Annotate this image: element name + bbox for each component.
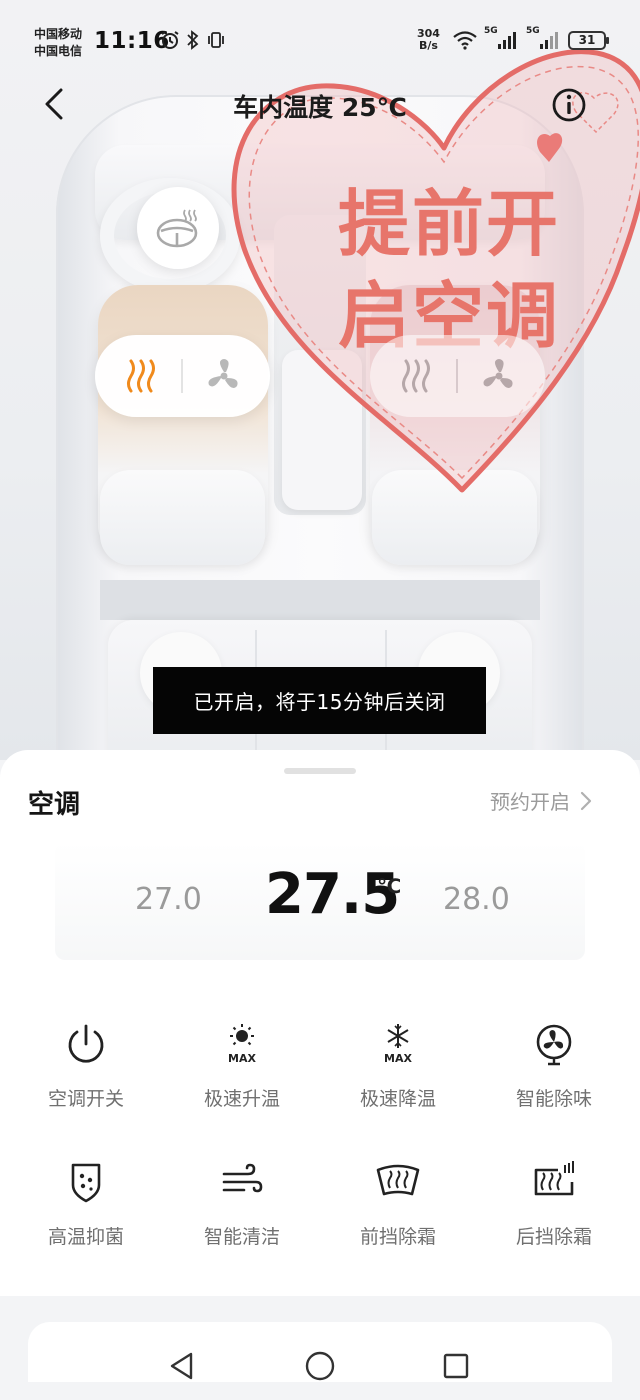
wifi-icon (453, 31, 477, 50)
sun-max-icon: MAX (218, 1020, 266, 1068)
rear-defrost-button[interactable]: 后挡除霜 (476, 1158, 632, 1268)
rapid-cool-button[interactable]: MAX 极速降温 (320, 1020, 476, 1130)
battery-indicator: 31 (568, 30, 609, 50)
clock: 11:16 (94, 28, 170, 54)
carrier-1: 中国移动 (34, 27, 83, 41)
temp-lower-option[interactable]: 27.0 (135, 882, 202, 917)
front-defrost-icon (374, 1158, 422, 1206)
high-temp-sterilize-label: 高温抑菌 (47, 1226, 124, 1248)
seat-fan-icon (208, 359, 238, 388)
smart-deodorize-button[interactable]: 智能除味 (476, 1020, 632, 1130)
status-bar: 中国移动 中国电信 11:16 304 B/s 5G 5G 31 (0, 22, 640, 66)
schedule-label: 预约开启 (490, 790, 570, 814)
floor (100, 580, 540, 620)
schedule-button[interactable]: 预约开启 (490, 786, 592, 815)
header: 车内温度 25℃ (0, 80, 640, 128)
shield-dots-icon (62, 1158, 110, 1206)
steering-wheel-heat-icon (156, 209, 198, 248)
smart-deodorize-label: 智能除味 (515, 1088, 592, 1110)
driver-seat-ventilation-button[interactable] (196, 348, 252, 404)
pill-separator (456, 359, 459, 393)
signal-2-icon: 5G (526, 26, 562, 50)
signal-1-icon: 5G (484, 26, 520, 50)
temp-unit: ℃ (377, 874, 402, 898)
front-defrost-button[interactable]: 前挡除霜 (320, 1158, 476, 1268)
power-icon (62, 1020, 110, 1068)
ac-power-label: 空调开关 (47, 1088, 124, 1110)
vibrate-icon (208, 32, 224, 48)
net-speed-unit: B/s (419, 39, 438, 52)
steering-wheel-heat-button[interactable] (137, 187, 219, 269)
system-nav-bar (0, 1328, 640, 1400)
nav-recents-button[interactable] (436, 1346, 476, 1386)
passenger-seat-ventilation-button[interactable] (471, 348, 527, 404)
circle-home-icon (305, 1351, 335, 1381)
status-icons (160, 30, 226, 50)
driver-seat-controls (95, 335, 270, 417)
passenger-seat-controls (370, 335, 545, 417)
fan-icon (530, 1020, 578, 1068)
seat-heat-icon (402, 359, 431, 393)
square-recents-icon (443, 1353, 469, 1379)
max-label: MAX (384, 1052, 412, 1065)
smart-clean-label: 智能清洁 (203, 1226, 280, 1248)
info-button[interactable] (551, 87, 587, 123)
max-label: MAX (228, 1052, 256, 1065)
carrier-names: 中国移动 中国电信 (34, 26, 82, 60)
driver-seat-heat-button[interactable] (113, 348, 169, 404)
rear-defrost-label: 后挡除霜 (515, 1226, 592, 1248)
page-title: 车内温度 25℃ (233, 93, 407, 122)
ac-panel: 空调 预约开启 27.0 27.5 ℃ 28.0 空调开关 MAX 极速升温 M… (0, 750, 640, 1296)
rapid-heat-label: 极速升温 (203, 1088, 280, 1110)
triangle-back-icon (170, 1352, 193, 1380)
ac-power-button[interactable]: 空调开关 (8, 1020, 164, 1130)
rear-defrost-icon (530, 1158, 578, 1206)
signal-bars-icon (540, 32, 558, 49)
sticker-line-1: 提前开 (338, 181, 561, 266)
seat-heat-icon (127, 359, 156, 393)
temperature-selector[interactable]: 27.0 27.5 ℃ 28.0 (55, 842, 585, 960)
front-defrost-label: 前挡除霜 (359, 1226, 436, 1248)
temp-higher-option[interactable]: 28.0 (443, 882, 510, 917)
rapid-heat-button[interactable]: MAX 极速升温 (164, 1020, 320, 1130)
carrier-2: 中国电信 (34, 44, 83, 58)
panel-title: 空调 (28, 790, 81, 820)
signal-bars-icon (498, 32, 516, 49)
smart-clean-button[interactable]: 智能清洁 (164, 1158, 320, 1268)
chevron-right-icon (580, 791, 592, 810)
toast-message: 已开启，将于15分钟后关闭 (153, 667, 486, 734)
alarm-icon (161, 31, 179, 49)
network-speed: 304 B/s (417, 28, 440, 52)
nav-back-button[interactable] (162, 1346, 202, 1386)
bluetooth-icon (187, 30, 199, 50)
pill-separator (181, 359, 184, 393)
high-temp-sterilize-button[interactable]: 高温抑菌 (8, 1158, 164, 1268)
wind-icon (218, 1158, 266, 1206)
passenger-seat-heat-button[interactable] (388, 348, 444, 404)
rapid-cool-label: 极速降温 (359, 1088, 436, 1110)
info-icon (552, 88, 586, 122)
snowflake-max-icon: MAX (374, 1020, 422, 1068)
nav-home-button[interactable] (300, 1346, 340, 1386)
drag-handle[interactable] (284, 768, 356, 774)
seat-fan-icon (483, 359, 513, 388)
connectivity-icons: 5G 5G 31 (452, 26, 609, 50)
